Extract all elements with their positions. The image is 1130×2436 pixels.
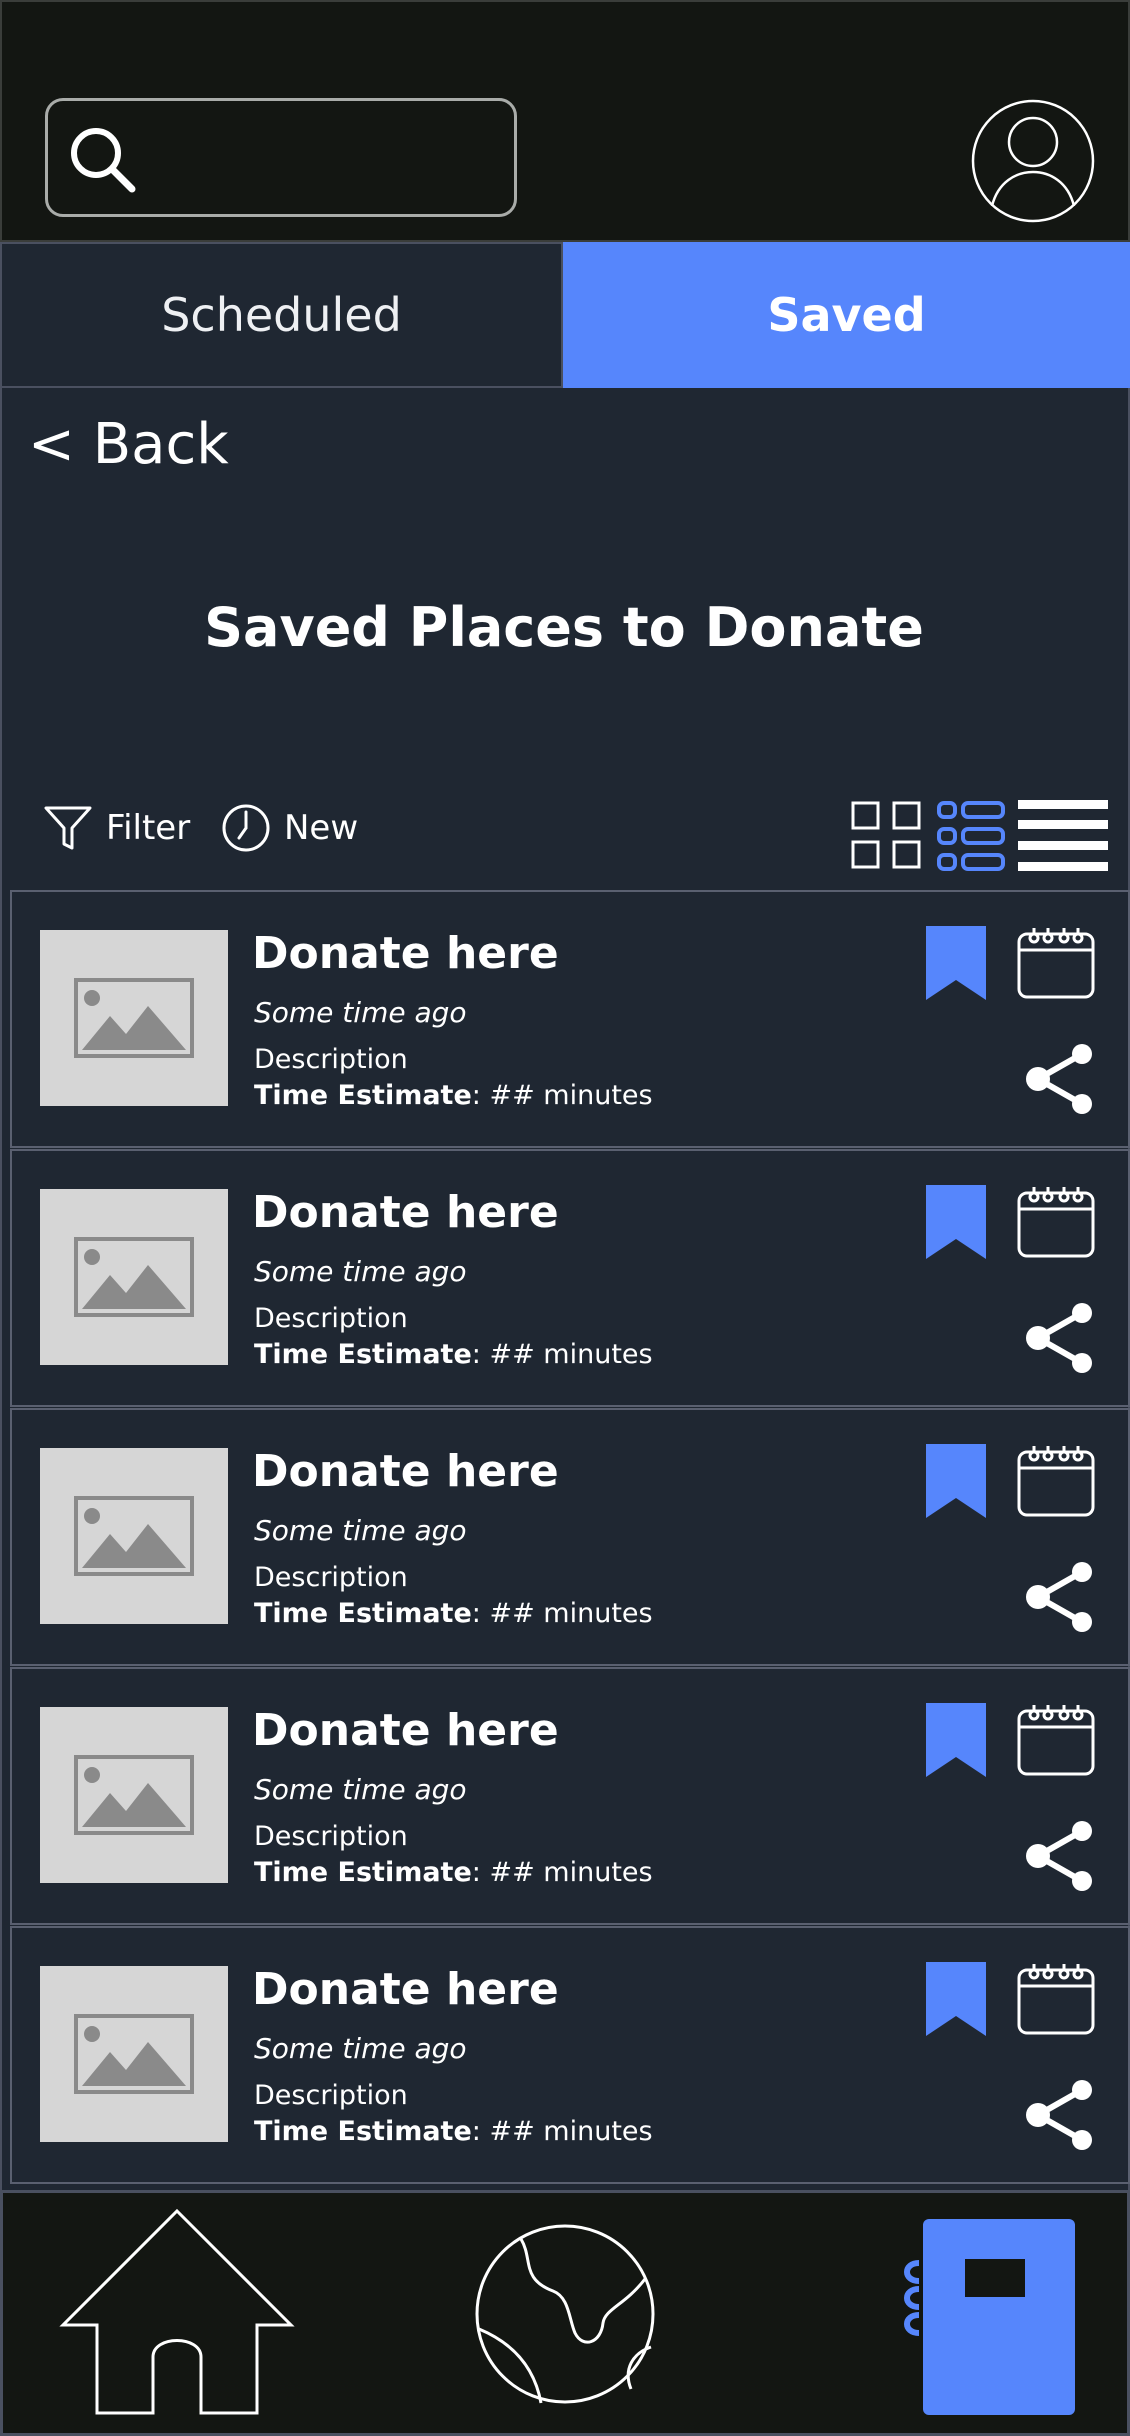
share-icon[interactable] [1024, 2078, 1098, 2152]
user-avatar-icon[interactable] [970, 98, 1096, 224]
home-icon[interactable] [59, 2207, 295, 2419]
globe-icon[interactable] [473, 2219, 657, 2409]
estimate-value: : ## minutes [471, 1339, 653, 1370]
calendar-icon[interactable] [1016, 1703, 1096, 1777]
sort-new-button[interactable]: New [220, 798, 358, 858]
search-box[interactable] [45, 98, 517, 217]
compact-list-view-icon[interactable] [1018, 800, 1108, 872]
item-title: Donate here [252, 928, 559, 979]
list-item[interactable]: Donate here Some time ago Description Ti… [10, 1926, 1130, 2184]
grid-view-icon[interactable] [850, 800, 924, 872]
tab-bar: Scheduled Saved [0, 242, 1130, 388]
estimate-label: Time Estimate [254, 2116, 472, 2147]
share-icon[interactable] [1024, 1560, 1098, 1634]
thumbnail [40, 930, 228, 1106]
item-title: Donate here [252, 1705, 559, 1756]
estimate-label: Time Estimate [254, 1339, 472, 1370]
item-time: Some time ago [254, 2032, 467, 2065]
image-placeholder-icon [74, 2014, 194, 2094]
calendar-icon[interactable] [1016, 1185, 1096, 1259]
item-time: Some time ago [254, 1255, 467, 1288]
item-time-estimate: Time Estimate: ## minutes [254, 1080, 653, 1111]
list-item[interactable]: Donate here Some time ago Description Ti… [10, 1149, 1130, 1407]
calendar-icon[interactable] [1016, 1962, 1096, 2036]
image-placeholder-icon [74, 978, 194, 1058]
estimate-label: Time Estimate [254, 1857, 472, 1888]
image-placeholder-icon [74, 1755, 194, 1835]
image-placeholder-icon [74, 1237, 194, 1317]
estimate-label: Time Estimate [254, 1598, 472, 1629]
bookmark-icon[interactable] [926, 1962, 986, 2036]
bottom-nav [0, 2190, 1130, 2436]
estimate-value: : ## minutes [471, 1857, 653, 1888]
item-time: Some time ago [254, 1773, 467, 1806]
share-icon[interactable] [1024, 1301, 1098, 1375]
back-button[interactable]: < Back [28, 412, 229, 477]
filter-button[interactable]: Filter [42, 798, 190, 858]
top-bar [0, 0, 1130, 242]
thumbnail [40, 1707, 228, 1883]
bookmark-icon[interactable] [926, 1444, 986, 1518]
image-placeholder-icon [74, 1496, 194, 1576]
item-time-estimate: Time Estimate: ## minutes [254, 2116, 653, 2147]
new-label: New [284, 808, 359, 848]
item-time: Some time ago [254, 1514, 467, 1547]
item-time-estimate: Time Estimate: ## minutes [254, 1339, 653, 1370]
list-item[interactable]: Donate here Some time ago Description Ti… [10, 1408, 1130, 1666]
thumbnail [40, 1189, 228, 1365]
estimate-label: Time Estimate [254, 1080, 472, 1111]
item-description: Description [254, 2080, 408, 2111]
estimate-value: : ## minutes [471, 2116, 653, 2147]
filter-icon [44, 806, 92, 850]
notebook-icon[interactable] [899, 2219, 1075, 2415]
search-input[interactable] [158, 121, 498, 195]
list-item[interactable]: Donate here Some time ago Description Ti… [10, 890, 1130, 1148]
item-description: Description [254, 1821, 408, 1852]
filter-label: Filter [106, 808, 191, 848]
thumbnail [40, 1966, 228, 2142]
item-time: Some time ago [254, 996, 467, 1029]
item-description: Description [254, 1303, 408, 1334]
calendar-icon[interactable] [1016, 1444, 1096, 1518]
list-detail-view-icon[interactable] [936, 800, 1006, 872]
estimate-value: : ## minutes [471, 1598, 653, 1629]
bookmark-icon[interactable] [926, 1185, 986, 1259]
item-title: Donate here [252, 1964, 559, 2015]
estimate-value: : ## minutes [471, 1080, 653, 1111]
bookmark-icon[interactable] [926, 926, 986, 1000]
thumbnail [40, 1448, 228, 1624]
calendar-icon[interactable] [1016, 926, 1096, 1000]
tab-scheduled[interactable]: Scheduled [0, 242, 563, 388]
item-title: Donate here [252, 1187, 559, 1238]
page-title: Saved Places to Donate [204, 596, 924, 659]
item-title: Donate here [252, 1446, 559, 1497]
share-icon[interactable] [1024, 1042, 1098, 1116]
clock-icon [222, 804, 270, 852]
tab-saved[interactable]: Saved [563, 242, 1130, 388]
bookmark-icon[interactable] [926, 1703, 986, 1777]
search-icon [71, 128, 136, 193]
list-item[interactable]: Donate here Some time ago Description Ti… [10, 1667, 1130, 1925]
item-time-estimate: Time Estimate: ## minutes [254, 1598, 653, 1629]
item-description: Description [254, 1044, 408, 1075]
item-time-estimate: Time Estimate: ## minutes [254, 1857, 653, 1888]
share-icon[interactable] [1024, 1819, 1098, 1893]
item-description: Description [254, 1562, 408, 1593]
